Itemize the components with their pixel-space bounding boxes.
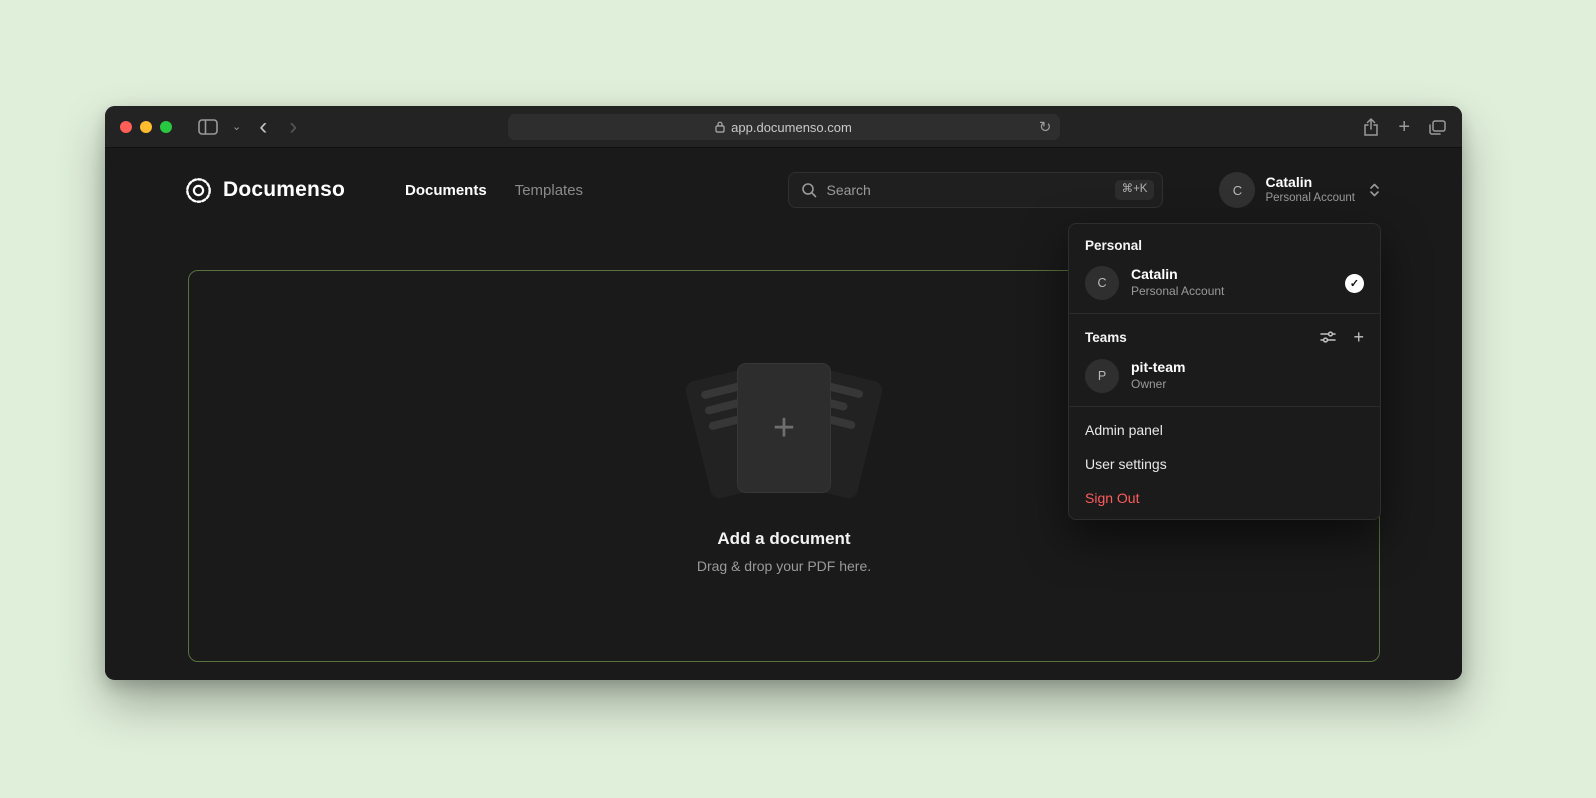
sliders-icon xyxy=(1320,329,1336,345)
dropzone-subtitle: Drag & drop your PDF here. xyxy=(697,558,871,574)
search-input[interactable] xyxy=(826,182,1114,198)
personal-account-name: Catalin xyxy=(1131,266,1224,284)
brand-home-link[interactable]: Documenso xyxy=(185,177,345,204)
brand-name: Documenso xyxy=(223,178,345,202)
personal-account-item[interactable]: C Catalin Personal Account ✓ xyxy=(1069,259,1380,307)
sidebar-dropdown-caret[interactable]: ⌄ xyxy=(232,122,241,133)
plus-icon: + xyxy=(773,409,795,447)
documents-illustration: + xyxy=(679,359,889,507)
teams-actions: + xyxy=(1320,328,1364,346)
menu-divider xyxy=(1069,406,1380,407)
account-dropdown-menu: Personal C Catalin Personal Account ✓ Te… xyxy=(1068,223,1381,520)
toolbar-right-cluster: + xyxy=(1363,106,1446,148)
illustration-card-center: + xyxy=(737,363,831,493)
personal-section-label: Personal xyxy=(1069,228,1380,259)
app-page: Documenso Documents Templates ⌘+K C Cata… xyxy=(105,148,1462,679)
account-name: Catalin xyxy=(1265,174,1355,191)
search-shortcut-badge: ⌘+K xyxy=(1115,180,1155,200)
tab-overview-button[interactable] xyxy=(1429,120,1446,135)
team-name: pit-team xyxy=(1131,359,1185,377)
personal-account-text: Catalin Personal Account xyxy=(1131,266,1224,299)
documenso-logo-icon xyxy=(185,177,212,204)
chevron-up-down-icon xyxy=(1369,182,1380,198)
browser-toolbar: ⌄ ‹ › app.documenso.com ↻ + xyxy=(105,106,1462,148)
personal-account-subtitle: Personal Account xyxy=(1131,284,1224,300)
menu-item-admin-panel[interactable]: Admin panel xyxy=(1069,413,1380,447)
team-avatar: P xyxy=(1085,359,1119,393)
app-header: Documenso Documents Templates ⌘+K C Cata… xyxy=(185,170,1380,210)
tabs-icon xyxy=(1429,120,1446,135)
toolbar-nav-cluster: ⌄ ‹ › xyxy=(198,106,301,148)
teams-section-label: Teams xyxy=(1085,330,1127,345)
traffic-lights xyxy=(120,106,172,148)
add-team-button[interactable]: + xyxy=(1353,328,1364,346)
share-button[interactable] xyxy=(1363,118,1379,136)
new-tab-button[interactable]: + xyxy=(1398,116,1410,139)
close-window-button[interactable] xyxy=(120,121,132,133)
menu-item-user-settings[interactable]: User settings xyxy=(1069,447,1380,481)
teams-section-header: Teams + xyxy=(1069,320,1380,352)
search-icon xyxy=(801,182,817,198)
zoom-window-button[interactable] xyxy=(160,121,172,133)
account-menu-button[interactable]: C Catalin Personal Account xyxy=(1219,172,1380,208)
menu-item-sign-out[interactable]: Sign Out xyxy=(1069,481,1380,515)
team-role: Owner xyxy=(1131,377,1185,393)
menu-divider xyxy=(1069,313,1380,314)
minimize-window-button[interactable] xyxy=(140,121,152,133)
sidebar-toggle-button[interactable] xyxy=(198,119,218,135)
search-box[interactable]: ⌘+K xyxy=(788,172,1163,208)
back-button[interactable]: ‹ xyxy=(255,115,271,139)
sidebar-icon xyxy=(198,119,218,135)
account-type: Personal Account xyxy=(1265,191,1355,206)
team-text: pit-team Owner xyxy=(1131,359,1185,392)
url-text: app.documenso.com xyxy=(731,120,852,135)
nav-templates[interactable]: Templates xyxy=(515,182,583,199)
manage-teams-button[interactable] xyxy=(1320,329,1336,345)
forward-button[interactable]: › xyxy=(285,115,301,139)
account-avatar: C xyxy=(1219,172,1255,208)
personal-account-avatar: C xyxy=(1085,266,1119,300)
account-text: Catalin Personal Account xyxy=(1265,174,1355,206)
selected-check-icon: ✓ xyxy=(1345,274,1364,293)
reload-button[interactable]: ↻ xyxy=(1039,118,1052,136)
browser-window: ⌄ ‹ › app.documenso.com ↻ + xyxy=(105,106,1462,680)
lock-icon xyxy=(715,121,725,133)
nav-documents[interactable]: Documents xyxy=(405,182,487,199)
team-item[interactable]: P pit-team Owner xyxy=(1069,352,1380,400)
address-bar[interactable]: app.documenso.com ↻ xyxy=(508,114,1060,140)
dropzone-title: Add a document xyxy=(717,529,850,549)
main-nav: Documents Templates xyxy=(405,182,583,199)
share-icon xyxy=(1363,118,1379,136)
